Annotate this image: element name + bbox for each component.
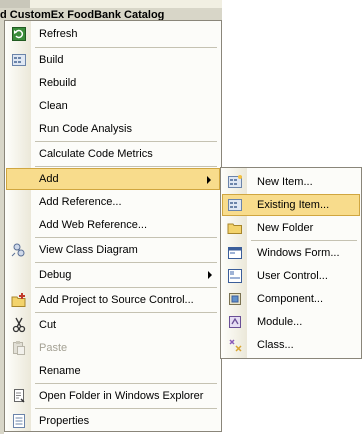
menu-item-label: Add Project to Source Control... (39, 294, 194, 306)
submenu-item-component[interactable]: Component... (222, 288, 360, 310)
menu-item-view-class-diagram[interactable]: View Class Diagram (6, 239, 220, 261)
menu-item-label: Refresh (39, 28, 78, 40)
menu-item-label: Debug (39, 269, 72, 281)
user-control-icon (227, 268, 243, 284)
class-diagram-icon (11, 242, 27, 258)
menu-item-label: New Folder (257, 222, 314, 234)
menu-item-label: Rebuild (39, 77, 77, 89)
menu-item-label: Cut (39, 319, 57, 331)
menu-item-label: Run Code Analysis (39, 123, 132, 135)
menu-item-label: Add (39, 173, 59, 185)
submenu-item-user-control[interactable]: User Control... (222, 265, 360, 287)
menu-item-add-to-source-control[interactable]: Add Project to Source Control... (6, 289, 220, 311)
menu-item-label: User Control... (257, 270, 328, 282)
menu-item-label: Existing Item... (257, 199, 330, 211)
folder-icon (227, 220, 243, 236)
source-control-icon (11, 292, 27, 308)
submenu-item-class[interactable]: Class... (222, 334, 360, 356)
menu-item-label: Add Reference... (39, 196, 122, 208)
refresh-icon (11, 26, 27, 42)
menu-item-add-web-reference[interactable]: Add Web Reference... (6, 214, 220, 236)
menu-separator (251, 240, 357, 241)
menu-separator (35, 408, 217, 409)
submenu-item-new-folder[interactable]: New Folder (222, 217, 360, 239)
menu-item-add-reference[interactable]: Add Reference... (6, 191, 220, 213)
new-item-icon (227, 174, 243, 190)
menu-item-label: Class... (257, 339, 294, 351)
properties-icon (11, 413, 27, 429)
submenu-item-existing-item[interactable]: Existing Item... (222, 194, 360, 216)
menu-separator (35, 262, 217, 263)
menu-separator (35, 383, 217, 384)
submenu-item-module[interactable]: Module... (222, 311, 360, 333)
menu-separator (35, 237, 217, 238)
submenu-arrow-icon (208, 271, 212, 279)
menu-item-label: Open Folder in Windows Explorer (39, 390, 204, 402)
existing-item-icon (227, 197, 243, 213)
menu-separator (35, 47, 217, 48)
menu-item-label: New Item... (257, 176, 313, 188)
menu-item-label: Rename (39, 365, 81, 377)
submenu-item-new-item[interactable]: New Item... (222, 171, 360, 193)
menu-item-label: Component... (257, 293, 324, 305)
open-folder-icon (11, 388, 27, 404)
menu-separator (35, 287, 217, 288)
menu-item-calculate-code-metrics[interactable]: Calculate Code Metrics (6, 143, 220, 165)
paste-icon (11, 340, 27, 356)
scissors-icon (11, 317, 27, 333)
menu-item-rebuild[interactable]: Rebuild (6, 72, 220, 94)
build-icon (11, 52, 27, 68)
menu-item-refresh[interactable]: Refresh (6, 23, 220, 45)
menu-item-debug[interactable]: Debug (6, 264, 220, 286)
menu-item-label: Paste (39, 342, 68, 354)
submenu-arrow-icon (207, 176, 211, 184)
menu-item-label: Windows Form... (257, 247, 340, 259)
menu-item-cut[interactable]: Cut (6, 314, 220, 336)
menu-item-clean[interactable]: Clean (6, 95, 220, 117)
menu-separator (35, 312, 217, 313)
menu-item-label: Build (39, 54, 64, 66)
submenu-item-windows-form[interactable]: Windows Form... (222, 242, 360, 264)
windows-form-icon (227, 245, 243, 261)
menu-item-label: Properties (39, 415, 90, 427)
module-icon (227, 314, 243, 330)
menu-item-label: Add Web Reference... (39, 219, 148, 231)
menu-item-build[interactable]: Build (6, 49, 220, 71)
component-icon (227, 291, 243, 307)
add-submenu: New Item... Existing Item... New Folder … (220, 167, 362, 359)
menu-item-add[interactable]: Add (6, 168, 220, 190)
menu-item-open-folder[interactable]: Open Folder in Windows Explorer (6, 385, 220, 407)
menu-item-run-code-analysis[interactable]: Run Code Analysis (6, 118, 220, 140)
menu-separator (35, 141, 217, 142)
menu-item-paste[interactable]: Paste (6, 337, 220, 359)
menu-item-label: Clean (39, 100, 68, 112)
menu-item-label: Calculate Code Metrics (39, 148, 153, 160)
menu-item-label: Module... (257, 316, 303, 328)
menu-separator (35, 166, 217, 167)
menu-item-properties[interactable]: Properties (6, 410, 220, 432)
menu-item-rename[interactable]: Rename (6, 360, 220, 382)
menu-item-label: View Class Diagram (39, 244, 138, 256)
window-toolbar-strip (0, 0, 30, 8)
context-menu: Refresh Build Rebuild Clean Run Code Ana… (4, 20, 222, 432)
class-icon (227, 337, 243, 353)
